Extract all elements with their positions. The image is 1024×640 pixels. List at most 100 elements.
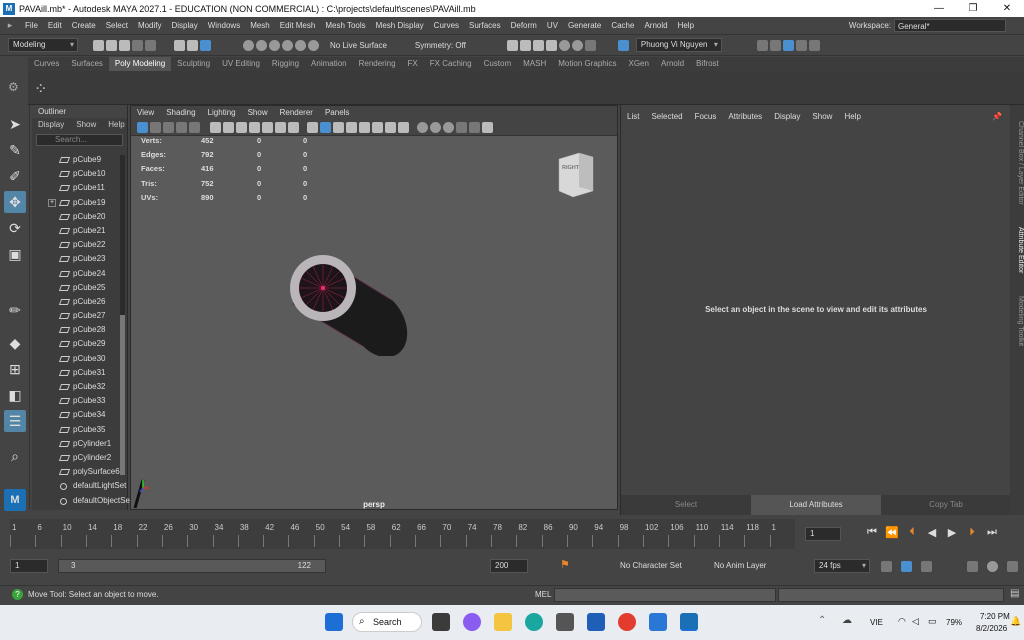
field-chart-icon[interactable] — [262, 122, 273, 133]
clock-date[interactable]: 8/2/2026 — [976, 624, 1007, 633]
step-back-key-icon[interactable]: ⏪ — [882, 526, 902, 539]
persp-outliner-icon[interactable]: ◧ — [4, 384, 26, 406]
shelf-tab-rigging[interactable]: Rigging — [266, 57, 305, 71]
snap-point-icon[interactable] — [269, 39, 280, 51]
anim-prefs-icon[interactable] — [921, 561, 932, 572]
outliner-search-input[interactable]: Search... — [36, 134, 123, 146]
snap-view-icon[interactable] — [282, 39, 293, 51]
maya-taskbar-icon[interactable] — [680, 613, 698, 631]
safe-title-icon[interactable] — [288, 122, 299, 133]
tray-chevron-icon[interactable]: ⌃ — [818, 615, 826, 626]
use-lights-icon[interactable] — [346, 122, 357, 133]
menu-generate[interactable]: Generate — [563, 17, 606, 35]
workspace-selector[interactable]: Workspace: General* — [849, 19, 1006, 32]
outliner-item[interactable]: pCube32 — [32, 380, 120, 394]
shelf-tab-motion-graphics[interactable]: Motion Graphics — [552, 57, 622, 71]
shelf-tab-sculpting[interactable]: Sculpting — [171, 57, 216, 71]
ae-menu-focus[interactable]: Focus — [689, 112, 723, 121]
vp-menu-lighting[interactable]: Lighting — [202, 106, 242, 120]
render-settings-icon[interactable] — [545, 39, 557, 51]
close-button[interactable]: ✕ — [990, 0, 1024, 17]
outliner-scrollbar[interactable] — [120, 155, 125, 475]
select-hierarchy-icon[interactable] — [174, 39, 185, 51]
anti-aliasing-icon[interactable] — [398, 122, 409, 133]
shelf-settings-gear-icon[interactable]: ⚙ — [8, 80, 19, 94]
shelf-tab-xgen[interactable]: XGen — [623, 57, 655, 71]
shelf-tab-bifrost[interactable]: Bifrost — [690, 57, 725, 71]
textured-icon[interactable] — [333, 122, 344, 133]
modeling-toolkit-icon[interactable] — [756, 39, 768, 51]
notification-bell-icon[interactable]: 🔔 — [1010, 616, 1021, 627]
2d-pan-zoom-icon[interactable] — [176, 122, 187, 133]
ae-menu-help[interactable]: Help — [838, 112, 866, 121]
menu-file[interactable]: File — [20, 17, 43, 35]
four-view-icon[interactable]: ⊞ — [4, 358, 26, 380]
side-tab-modeling-toolkit[interactable]: Modeling Toolkit — [1010, 289, 1024, 353]
ae-menu-list[interactable]: List — [621, 112, 645, 121]
menu-edit-mesh[interactable]: Edit Mesh — [275, 17, 321, 35]
hypershade-icon[interactable] — [558, 39, 570, 51]
menu-help[interactable]: Help — [673, 17, 699, 35]
menu-modify[interactable]: Modify — [133, 17, 167, 35]
clock-time[interactable]: 7:20 PM — [980, 612, 1010, 621]
gamma-icon[interactable] — [469, 122, 480, 133]
scene-cylinder[interactable] — [281, 246, 421, 356]
gate-mask-icon[interactable] — [249, 122, 260, 133]
save-scene-icon[interactable] — [119, 39, 130, 51]
snap-curve-icon[interactable] — [256, 39, 267, 51]
panel-layout-icon[interactable] — [482, 122, 493, 133]
outliner-item[interactable]: polySurface6 — [32, 465, 120, 479]
symmetry-field[interactable]: Symmetry: Off — [415, 41, 466, 50]
outliner-item[interactable]: + pCube19 — [32, 196, 120, 210]
start-menu-icon[interactable] — [325, 613, 343, 631]
shelf-tab-fx[interactable]: FX — [402, 57, 424, 71]
motion-blur-icon[interactable] — [385, 122, 396, 133]
copilot-icon[interactable] — [463, 613, 481, 631]
step-back-frame-icon[interactable]: ⏴ — [902, 526, 922, 539]
menu-mesh-display[interactable]: Mesh Display — [371, 17, 429, 35]
outliner-item[interactable]: pCube24 — [32, 267, 120, 281]
menu-arnold[interactable]: Arnold — [639, 17, 672, 35]
shelf-tab-custom[interactable]: Custom — [478, 57, 518, 71]
app-icon-blue[interactable] — [587, 613, 605, 631]
range-slider[interactable]: 3 122 — [58, 559, 326, 573]
cloud-icon[interactable]: ☁ — [842, 615, 852, 626]
render-icon[interactable] — [506, 39, 518, 51]
mel-label[interactable]: MEL — [535, 590, 551, 599]
fps-dropdown[interactable]: 24 fps — [814, 559, 870, 573]
edge-browser-icon[interactable] — [525, 613, 543, 631]
ae-menu-display[interactable]: Display — [768, 112, 806, 121]
select-object-icon[interactable] — [187, 39, 198, 51]
redo-icon[interactable] — [145, 39, 156, 51]
outliner-item[interactable]: pCube20 — [32, 210, 120, 224]
side-tab-channel-box[interactable]: Channel Box / Layer Editor — [1010, 113, 1024, 213]
taskbar-search-box[interactable]: ⌕ Search — [352, 612, 422, 632]
vp-menu-panels[interactable]: Panels — [319, 106, 355, 120]
shelf-tab-fx-caching[interactable]: FX Caching — [424, 57, 478, 71]
menu-windows[interactable]: Windows — [203, 17, 245, 35]
vp-menu-renderer[interactable]: Renderer — [274, 106, 319, 120]
arnold-render-icon[interactable] — [571, 39, 583, 51]
outliner-item[interactable]: defaultLightSet — [32, 479, 126, 493]
menuset-dropdown[interactable]: Modeling — [8, 38, 78, 52]
select-component-icon[interactable] — [200, 39, 211, 51]
maya-home-icon[interactable]: M — [4, 489, 26, 511]
character-controls-icon[interactable] — [769, 39, 781, 51]
menu-curves[interactable]: Curves — [429, 17, 464, 35]
volume-icon[interactable]: ◁ — [912, 616, 919, 627]
minimize-button[interactable]: — — [922, 0, 956, 17]
safe-action-icon[interactable] — [275, 122, 286, 133]
sign-in-icon[interactable] — [617, 39, 629, 51]
menu-display[interactable]: Display — [167, 17, 203, 35]
outliner-item[interactable]: pCube30 — [32, 352, 120, 366]
outliner-menu-display[interactable]: Display — [32, 118, 70, 132]
outliner-layout-icon[interactable]: ☰ — [4, 410, 26, 432]
vp-menu-view[interactable]: View — [131, 106, 160, 120]
ae-load-attributes-button[interactable]: Load Attributes — [751, 495, 881, 515]
go-to-start-icon[interactable]: ⏮ — [862, 526, 882, 539]
smooth-shade-icon[interactable] — [320, 122, 331, 133]
shelf-tab-animation[interactable]: Animation — [305, 57, 353, 71]
undo-icon[interactable] — [132, 39, 143, 51]
ae-menu-selected[interactable]: Selected — [645, 112, 688, 121]
attribute-editor-icon[interactable] — [808, 39, 820, 51]
